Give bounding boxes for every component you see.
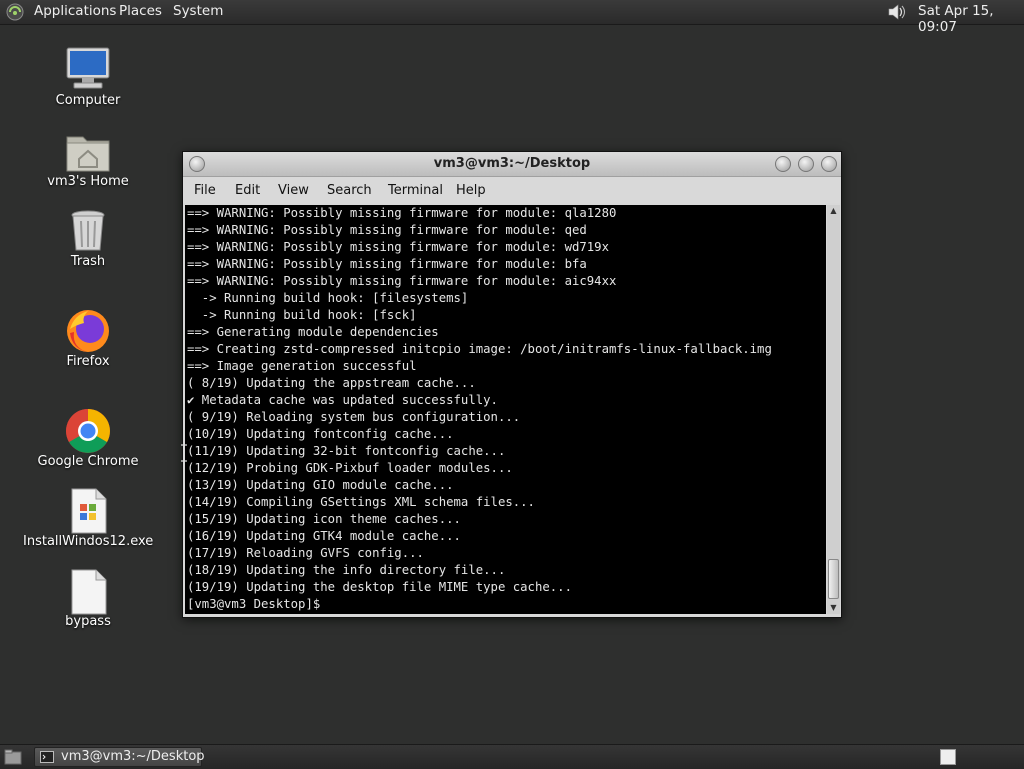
distro-logo-icon[interactable]	[6, 3, 24, 21]
terminal-window: vm3@vm3:~/Desktop File Edit View Search …	[182, 151, 842, 618]
taskbar-button-terminal[interactable]: vm3@vm3:~/Desktop	[34, 747, 205, 767]
system-menu[interactable]: System	[173, 3, 223, 19]
terminal-scrollbar[interactable]: ▲ ▼	[827, 205, 840, 614]
terminal-line: (14/19) Compiling GSettings XML schema f…	[187, 495, 535, 509]
chrome-icon	[66, 409, 110, 453]
terminal-line: (19/19) Updating the desktop file MIME t…	[187, 580, 572, 594]
menu-help[interactable]: Help	[456, 183, 486, 198]
scroll-down-arrow-icon[interactable]: ▼	[827, 602, 840, 614]
close-button[interactable]	[821, 156, 837, 172]
menu-terminal[interactable]: Terminal	[388, 183, 443, 198]
clock[interactable]: Sat Apr 15, 09:07	[918, 3, 1024, 35]
places-menu[interactable]: Places	[119, 3, 162, 19]
terminal-line: ==> WARNING: Possibly missing firmware f…	[187, 274, 617, 288]
terminal-line: ✔ Metadata cache was updated successfull…	[187, 393, 498, 407]
terminal-line: -> Running build hook: [filesystems]	[187, 291, 469, 305]
desktop-icon-home[interactable]: vm3's Home	[23, 127, 153, 191]
terminal-line: ==> WARNING: Possibly missing firmware f…	[187, 206, 617, 220]
terminal-line: (18/19) Updating the info directory file…	[187, 563, 506, 577]
maximize-button[interactable]	[798, 156, 814, 172]
firefox-icon	[67, 310, 109, 352]
volume-icon[interactable]	[886, 2, 908, 22]
terminal-line: -> Running build hook: [fsck]	[187, 308, 417, 322]
terminal-line: (11/19) Updating 32-bit fontconfig cache…	[187, 444, 506, 458]
desktop-icon-label: vm3's Home	[47, 174, 129, 189]
menu-edit[interactable]: Edit	[235, 183, 260, 198]
desktop-icon-label: Trash	[70, 254, 106, 269]
exe-file-icon	[71, 488, 107, 534]
top-panel: Applications Places System Sat Apr 15, 0…	[0, 0, 1024, 35]
scroll-up-arrow-icon[interactable]: ▲	[827, 205, 840, 217]
scrollbar-thumb[interactable]	[828, 559, 839, 599]
desktop-icon-label: Firefox	[66, 354, 110, 369]
taskbar-button-label: vm3@vm3:~/Desktop	[61, 749, 205, 764]
desktop-icon-installwindos[interactable]: InstallWindos12.exe	[23, 487, 153, 551]
terminal-menubar: File Edit View Search Terminal Help	[183, 177, 841, 203]
terminal-line: ==> Generating module dependencies	[187, 325, 439, 339]
desktop-icon-label: InstallWindos12.exe	[23, 534, 154, 549]
terminal-line: (17/19) Reloading GVFS config...	[187, 546, 424, 560]
terminal-output[interactable]: ==> WARNING: Possibly missing firmware f…	[185, 205, 826, 614]
terminal-line: (15/19) Updating icon theme caches...	[187, 512, 461, 526]
terminal-prompt[interactable]: [vm3@vm3 Desktop]$	[185, 596, 826, 613]
workspace-switcher[interactable]	[940, 749, 956, 765]
terminal-line: ==> Creating zstd-compressed initcpio im…	[187, 342, 772, 356]
menu-search[interactable]: Search	[327, 183, 372, 198]
terminal-line: ( 9/19) Reloading system bus configurati…	[187, 410, 521, 424]
applications-menu[interactable]: Applications	[34, 3, 116, 19]
desktop-icon-label: Computer	[55, 93, 121, 108]
home-folder-icon	[66, 136, 110, 172]
terminal-line: (16/19) Updating GTK4 module cache...	[187, 529, 461, 543]
window-title: vm3@vm3:~/Desktop	[433, 156, 591, 171]
terminal-line: (10/19) Updating fontconfig cache...	[187, 427, 454, 441]
blank-file-icon	[71, 569, 107, 615]
window-titlebar[interactable]: vm3@vm3:~/Desktop	[183, 152, 841, 177]
terminal-line: ==> WARNING: Possibly missing firmware f…	[187, 257, 587, 271]
show-desktop-icon[interactable]	[4, 749, 22, 765]
terminal-line: (12/19) Probing GDK-Pixbuf loader module…	[187, 461, 513, 475]
terminal-line: ( 8/19) Updating the appstream cache...	[187, 376, 476, 390]
desktop-icon-trash[interactable]: Trash	[23, 207, 153, 271]
text-cursor-icon	[181, 444, 187, 462]
bottom-panel: vm3@vm3:~/Desktop	[0, 744, 1024, 769]
menu-view[interactable]: View	[278, 183, 309, 198]
desktop-icon-computer[interactable]: Computer	[23, 45, 153, 111]
terminal-line: ==> Image generation successful	[187, 359, 417, 373]
terminal-line: ==> WARNING: Possibly missing firmware f…	[187, 223, 587, 237]
desktop-icon-label: Google Chrome	[37, 454, 139, 469]
terminal-line: ==> WARNING: Possibly missing firmware f…	[187, 240, 609, 254]
terminal-line: (13/19) Updating GIO module cache...	[187, 478, 454, 492]
desktop-icon-label: bypass	[65, 614, 111, 629]
trash-icon	[71, 210, 105, 251]
desktop-icon-chrome[interactable]: Google Chrome	[23, 407, 153, 471]
menu-file[interactable]: File	[194, 183, 216, 198]
desktop-icon-firefox[interactable]: Firefox	[23, 307, 153, 371]
terminal-icon	[40, 751, 54, 763]
computer-icon	[66, 47, 110, 89]
minimize-button[interactable]	[775, 156, 791, 172]
desktop-icon-bypass[interactable]: bypass	[23, 568, 153, 632]
